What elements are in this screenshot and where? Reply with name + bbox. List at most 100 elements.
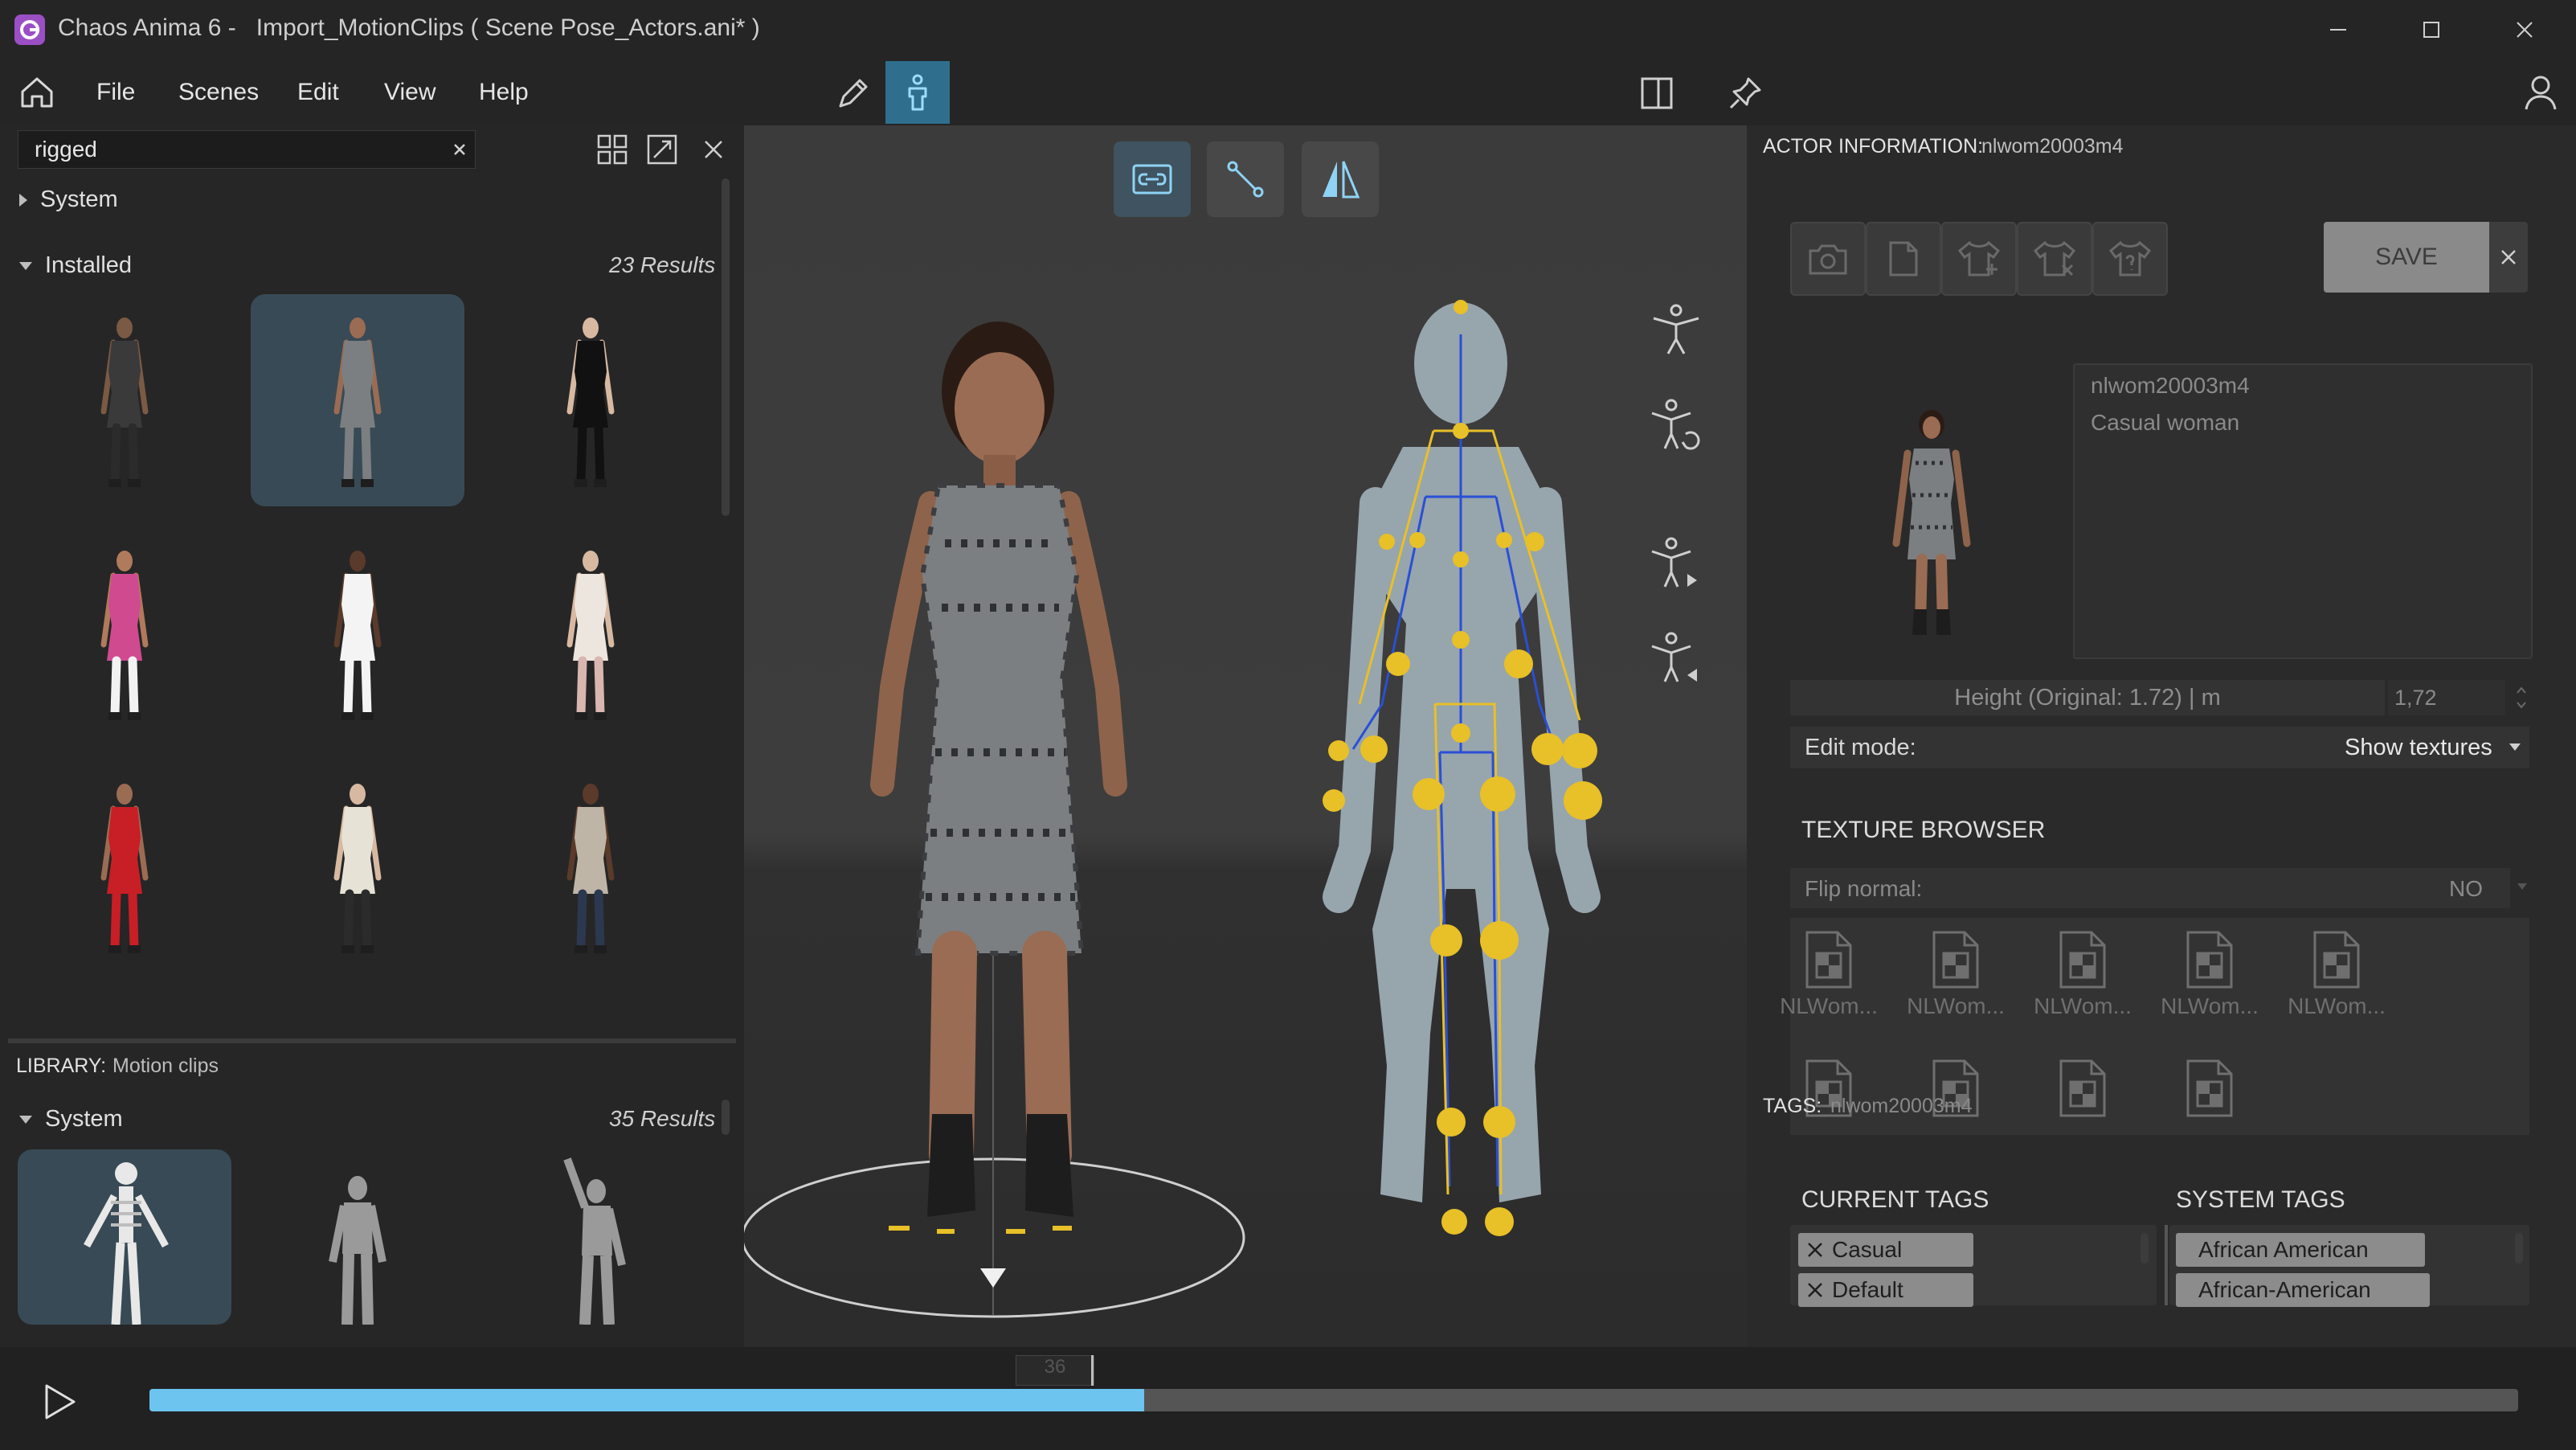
texture-item[interactable]: NLWom... <box>2026 929 2139 1034</box>
maximize-button[interactable] <box>2385 0 2478 59</box>
clear-search-icon[interactable] <box>452 142 467 157</box>
actor-dress <box>918 485 1082 953</box>
height-input[interactable]: 1,72 <box>2388 680 2505 715</box>
actor-thumbnail[interactable] <box>251 760 464 973</box>
menu-view[interactable]: View <box>384 79 435 106</box>
actor-snakeskin-dress-icon <box>333 317 382 487</box>
menu-help[interactable]: Help <box>479 79 529 106</box>
motion-clip-item[interactable] <box>18 1149 231 1325</box>
tag-chip[interactable]: Casual <box>1798 1233 1973 1267</box>
actor-thumbnail[interactable] <box>484 294 697 506</box>
tree-item-system[interactable]: System <box>18 186 118 213</box>
system-tags-scrollbar[interactable] <box>2515 1233 2523 1264</box>
texture-label: NLWom... <box>1780 993 1878 1018</box>
actor-thumbnail[interactable] <box>18 760 231 973</box>
actor-thumbnail[interactable] <box>484 527 697 739</box>
motion-tree-item-system[interactable]: System <box>18 1106 123 1133</box>
library-scrollbar[interactable] <box>722 178 730 516</box>
remove-tag-icon[interactable] <box>1806 1281 1824 1299</box>
library-search-input[interactable]: rigged <box>35 137 97 162</box>
mannequin-arm-raised-icon <box>563 1157 626 1325</box>
texture-item[interactable]: NLWom... <box>2280 929 2393 1034</box>
tags-scrollbar[interactable] <box>2141 1233 2149 1264</box>
actor-thumbnail[interactable] <box>484 760 697 973</box>
edit-mode-button[interactable] <box>836 76 871 111</box>
pencil-icon <box>839 79 868 108</box>
height-field: Height (Original: 1.72) | m <box>1790 680 2385 715</box>
person-icon <box>908 74 927 111</box>
height-spinner[interactable] <box>2515 680 2528 715</box>
pose-back-icon <box>1651 632 1697 682</box>
home-button[interactable] <box>19 76 55 109</box>
cancel-save-button[interactable] <box>2489 222 2528 293</box>
reset-pose-icon <box>1651 399 1700 450</box>
playhead-marker[interactable] <box>1091 1355 1094 1386</box>
texture-item[interactable] <box>2153 1058 2266 1162</box>
menu-file[interactable]: File <box>96 79 135 106</box>
edit-mode-dropdown[interactable]: Edit mode: Show textures <box>1790 727 2529 768</box>
texture-item[interactable] <box>2026 1058 2139 1162</box>
actor-description-box[interactable]: nlwom20003m4 Casual woman <box>2073 363 2533 659</box>
menu-edit[interactable]: Edit <box>297 79 339 106</box>
texture-item[interactable]: NLWom... <box>2153 929 2266 1034</box>
timeline-scrubber[interactable] <box>149 1389 2518 1411</box>
remove-tag-icon[interactable] <box>1806 1241 1824 1259</box>
actor-thumbnail[interactable] <box>18 294 231 506</box>
actor-mode-button[interactable] <box>885 61 950 124</box>
motion-results-count: 35 Results <box>609 1106 716 1131</box>
actor-head <box>955 352 1045 465</box>
flip-normal-field[interactable]: Flip normal: NO <box>1790 868 2510 908</box>
clothing-help-button[interactable] <box>2092 222 2168 296</box>
actor-info-id: nlwom20003m4 <box>1981 135 2124 158</box>
system-tag-chip[interactable]: African American <box>2176 1233 2425 1267</box>
library-search-field[interactable]: rigged <box>18 130 476 169</box>
current-frame-field[interactable]: 36 <box>1016 1355 1094 1386</box>
menu-scenes[interactable]: Scenes <box>178 79 259 106</box>
actor-thumbnail[interactable] <box>251 294 464 506</box>
tags-divider <box>2165 1225 2168 1305</box>
panel-splitter[interactable] <box>8 1038 736 1043</box>
grid-view-button[interactable] <box>596 133 628 166</box>
actor-suit-jacket-icon <box>566 784 615 953</box>
reset-pose-button[interactable] <box>1647 395 1705 453</box>
actor-preview-thumbnail <box>1892 410 1971 635</box>
tpose-button[interactable] <box>1647 301 1705 358</box>
actor-thumbnail[interactable] <box>18 527 231 739</box>
viewport-scene <box>744 300 1602 1318</box>
next-pose-button[interactable] <box>1647 534 1705 592</box>
texture-file-icon <box>2313 931 2360 989</box>
texture-item[interactable]: NLWom... <box>1899 929 2012 1034</box>
installed-results-count: 23 Results <box>609 252 716 277</box>
motion-clip-item[interactable] <box>251 1149 464 1325</box>
close-icon <box>2517 22 2533 38</box>
maximize-icon <box>2423 22 2439 38</box>
motion-scrollbar[interactable] <box>722 1100 730 1135</box>
expand-icon <box>647 134 677 165</box>
tag-chip[interactable]: Default <box>1798 1273 1973 1307</box>
new-file-button[interactable] <box>1866 222 1941 296</box>
pin-button[interactable] <box>1728 76 1763 111</box>
edit-mode-label: Edit mode: <box>1805 735 1916 760</box>
flip-normal-label: Flip normal: <box>1805 876 1923 901</box>
system-tag-chip[interactable]: African-American <box>2176 1273 2430 1307</box>
save-button[interactable]: SAVE <box>2324 222 2489 293</box>
add-clothing-button[interactable] <box>1941 222 2017 296</box>
flip-normal-dropdown[interactable] <box>2517 883 2528 891</box>
remove-clothing-button[interactable] <box>2017 222 2092 296</box>
motion-clip-item[interactable] <box>484 1149 697 1325</box>
play-button[interactable] <box>42 1382 77 1421</box>
texture-item[interactable]: NLWom... <box>1773 929 1885 1034</box>
user-account-button[interactable] <box>2523 74 2558 111</box>
previous-pose-button[interactable] <box>1647 629 1705 686</box>
close-window-button[interactable] <box>2478 0 2571 59</box>
actor-white-blouse-icon <box>566 551 615 720</box>
capture-thumbnail-button[interactable] <box>1790 222 1866 296</box>
chevron-down-icon <box>2509 743 2521 751</box>
actor-thumbnail[interactable] <box>251 527 464 739</box>
panel-layout-button[interactable] <box>1639 76 1674 111</box>
tree-item-installed[interactable]: Installed <box>18 252 132 279</box>
expand-panel-button[interactable] <box>646 133 678 166</box>
close-icon <box>705 141 722 158</box>
minimize-button[interactable] <box>2292 0 2385 59</box>
close-panel-button[interactable] <box>702 138 725 161</box>
